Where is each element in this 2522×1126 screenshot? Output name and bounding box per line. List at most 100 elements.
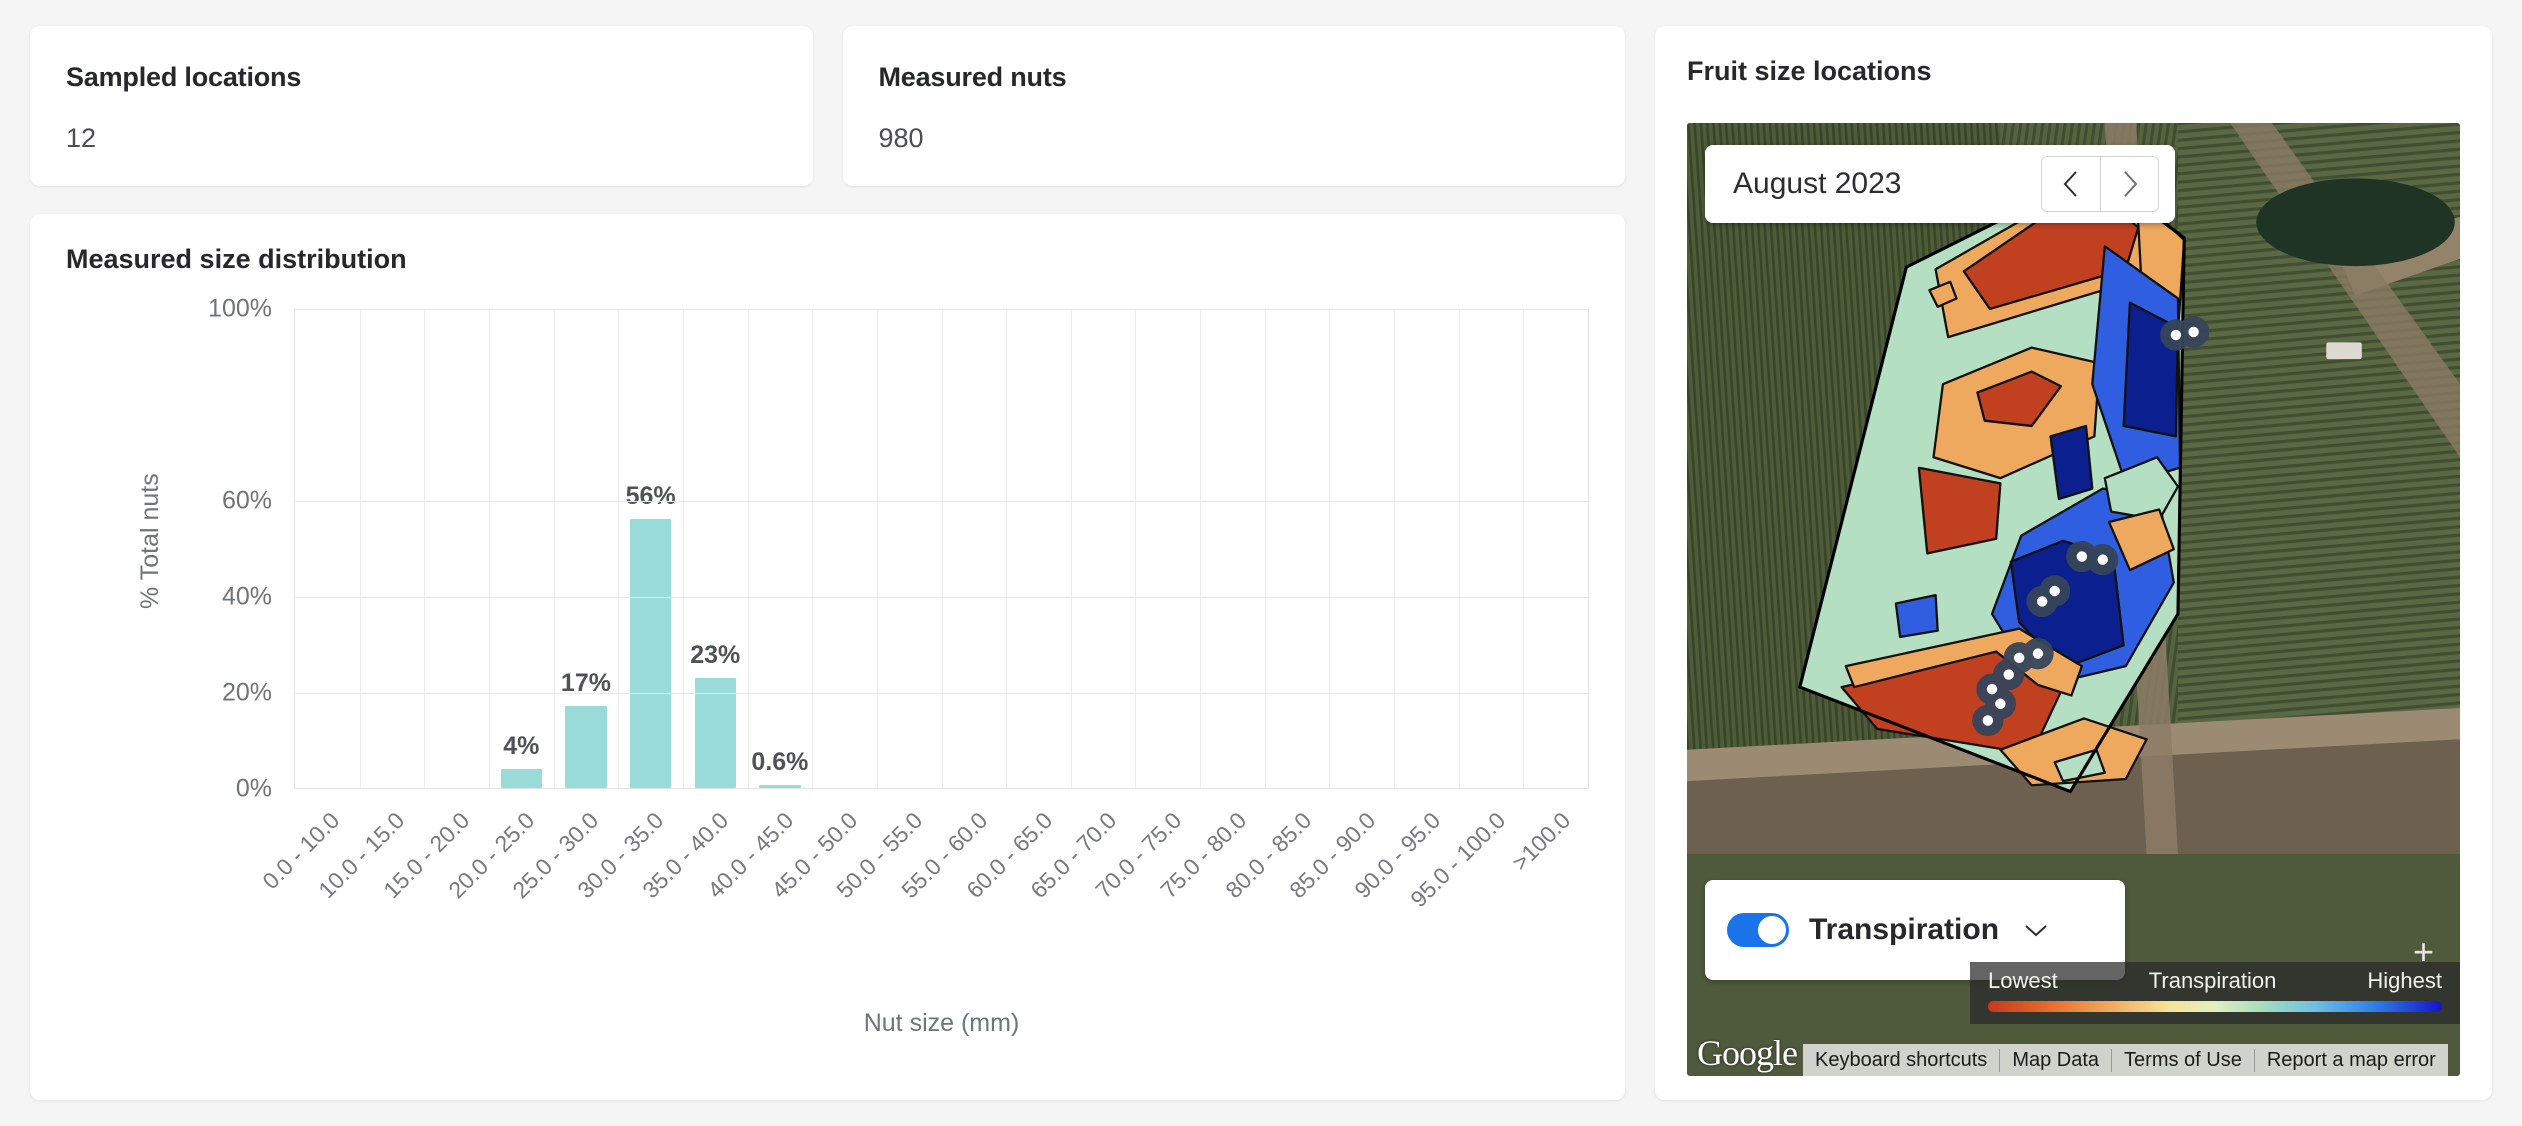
prev-month-button[interactable] — [2042, 157, 2100, 211]
next-month-button[interactable] — [2100, 157, 2158, 211]
bar-slot — [1459, 309, 1524, 788]
stat-value: 12 — [66, 123, 97, 153]
bar-slot — [1136, 309, 1201, 788]
gridline-vertical — [618, 309, 620, 788]
bar[interactable] — [565, 706, 607, 788]
x-tick-slot: 20.0 - 25.0 — [443, 801, 553, 1001]
bar-value-label: 23% — [690, 640, 741, 669]
map-attribution: Google Keyboard shortcuts Map Data Terms o… — [1687, 1032, 2460, 1076]
bar[interactable] — [500, 768, 542, 788]
x-axis-ticks: 0.0 - 10.0 10.0 - 15.0 15.0 - 20.0 20.0 - 2… — [258, 801, 1589, 1001]
chart-area: % Total nuts 100% 60% 40% 20% 0% 4% 17% 56% 23%… — [66, 295, 1589, 1069]
x-tick-slot: 60.0 - 65.0 — [961, 801, 1071, 1001]
chevron-down-icon[interactable] — [2023, 922, 2049, 938]
transpiration-legend: Lowest Transpiration Highest — [1970, 962, 2460, 1024]
stat-card-sampled-locations: Sampled locations 12 — [30, 26, 813, 186]
gridline-vertical — [812, 309, 814, 788]
bar-slot — [424, 309, 489, 788]
gridline-vertical — [1200, 309, 1202, 788]
x-tick-slot: >100.0 — [1506, 801, 1589, 1001]
y-axis-tick-label: 100% — [208, 294, 272, 323]
chevron-left-icon — [2063, 171, 2077, 197]
dashboard-page: Sampled locations 12 Measured nuts 980 M… — [0, 0, 2522, 1126]
size-distribution-card: Measured size distribution % Total nuts … — [30, 214, 1625, 1100]
attribution-link[interactable]: Report a map error — [2253, 1048, 2448, 1072]
y-axis-tick-label: 20% — [221, 678, 272, 707]
y-axis-tick-label: 60% — [221, 486, 272, 515]
stat-value: 980 — [878, 123, 924, 153]
bar-slot — [812, 309, 877, 788]
bar-slot — [1523, 309, 1588, 788]
bar-value-label: 56% — [625, 482, 676, 511]
bar-value-label: 17% — [560, 669, 611, 698]
stat-title: Sampled locations — [66, 62, 302, 92]
bar-slot — [1265, 309, 1330, 788]
chart-title: Measured size distribution — [66, 244, 407, 274]
legend-gradient-bar — [1988, 1001, 2442, 1012]
bar-slot — [295, 309, 360, 788]
bar-slot: 23% — [683, 309, 748, 788]
bar[interactable] — [694, 677, 736, 788]
x-tick-slot: 15.0 - 20.0 — [378, 801, 489, 1001]
left-column: Sampled locations 12 Measured nuts 980 M… — [30, 26, 1625, 1100]
bar-slot — [1200, 309, 1265, 788]
gridline-vertical — [424, 309, 426, 788]
x-tick-slot: 55.0 - 60.0 — [896, 801, 1007, 1001]
gridline-vertical — [1006, 309, 1008, 788]
gridline-vertical — [359, 309, 361, 788]
gridline-vertical — [1394, 309, 1396, 788]
attribution-link[interactable]: Terms of Use — [2111, 1048, 2254, 1072]
x-tick-slot: 25.0 - 30.0 — [508, 801, 618, 1001]
bar-slot — [1071, 309, 1136, 788]
month-selector[interactable]: August 2023 — [1705, 145, 2175, 223]
bar-slot — [942, 309, 1007, 788]
bar-slot: 56% — [618, 309, 683, 788]
gridline-vertical — [553, 309, 555, 788]
bar-slot — [360, 309, 425, 788]
bar-slot — [877, 309, 942, 788]
x-tick-slot: 65.0 - 70.0 — [1026, 801, 1136, 1001]
map-panel-title: Fruit size locations — [1687, 56, 1932, 86]
plot-area: 4% 17% 56% 23% 0.6% — [294, 309, 1589, 789]
y-axis-tick-label: 0% — [235, 774, 272, 803]
legend-title: Transpiration — [2148, 968, 2277, 993]
x-tick-slot: 10.0 - 15.0 — [313, 801, 424, 1001]
bar[interactable] — [629, 519, 672, 788]
toggle-knob — [1756, 914, 1788, 946]
bar-value-label: 4% — [503, 731, 540, 760]
x-tick-slot: 30.0 - 35.0 — [572, 801, 683, 1001]
transpiration-toggle-label: Transpiration — [1809, 913, 2000, 946]
transpiration-overlay — [1797, 170, 2210, 794]
bar[interactable] — [759, 785, 801, 788]
x-tick-slot: 50.0 - 55.0 — [831, 801, 942, 1001]
gridline-vertical — [1329, 309, 1331, 788]
attribution-links: Keyboard shortcuts Map Data Terms of Use Re… — [1802, 1044, 2448, 1076]
zoom-in-button[interactable]: + — [2413, 934, 2434, 970]
attribution-link[interactable]: Map Data — [1999, 1048, 2111, 1072]
chevron-right-icon — [2123, 171, 2137, 197]
legend-low-label: Lowest — [1988, 968, 2058, 993]
stat-cards-row: Sampled locations 12 Measured nuts 980 — [30, 26, 1625, 186]
bar-slot: 0.6% — [748, 309, 813, 788]
y-axis-title: % Total nuts — [136, 473, 164, 609]
gridline-vertical — [1264, 309, 1266, 788]
gridline-vertical — [1523, 309, 1525, 788]
bar-slot: 17% — [554, 309, 619, 788]
gridline-vertical — [682, 309, 684, 788]
selected-month-label: August 2023 — [1733, 167, 1902, 200]
x-axis-title: Nut size (mm) — [863, 1009, 1020, 1037]
x-tick-slot: 85.0 - 90.0 — [1285, 801, 1395, 1001]
x-tick-slot: 0.0 - 10.0 — [258, 801, 359, 1001]
bar-slot — [1330, 309, 1395, 788]
y-axis-ticks: 100% 60% 40% 20% 0% — [162, 295, 272, 803]
gridline-vertical — [747, 309, 749, 788]
gridline-vertical — [876, 309, 878, 788]
bar-value-label: 0.6% — [751, 748, 809, 777]
bar-slot — [1394, 309, 1459, 788]
fruit-size-locations-card: Fruit size locations August 2023 Transpi… — [1655, 26, 2492, 1100]
stat-title: Measured nuts — [878, 62, 1067, 92]
transpiration-toggle-switch[interactable] — [1727, 913, 1789, 947]
attribution-link[interactable]: Keyboard shortcuts — [1803, 1049, 1999, 1072]
x-tick-slot: 35.0 - 40.0 — [637, 801, 748, 1001]
map-viewport[interactable]: August 2023 Transpiration Lowest Transpi… — [1687, 123, 2460, 1076]
